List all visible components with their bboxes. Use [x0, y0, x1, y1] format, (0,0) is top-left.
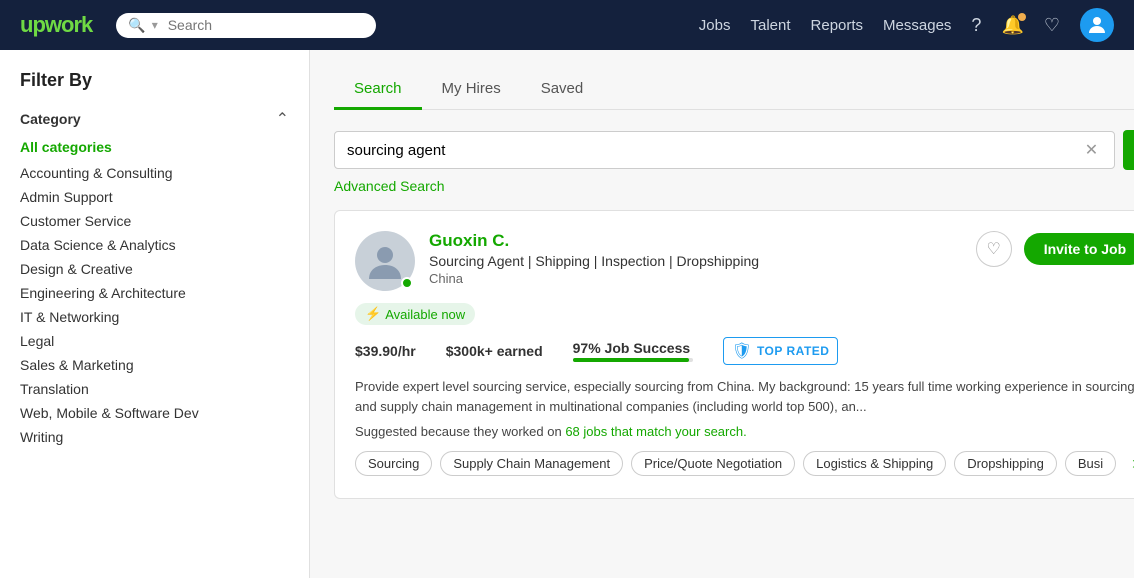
- suggested-jobs-link[interactable]: 68 jobs that match your search.: [565, 424, 746, 439]
- brand-logo-accent: work: [45, 12, 92, 38]
- suggested-text: Suggested because they worked on 68 jobs…: [355, 424, 1134, 439]
- job-success-label: 97% Job Success: [573, 340, 693, 356]
- avatar-icon: [1085, 13, 1109, 37]
- main-layout: Filter By Category ⌃ All categories Acco…: [0, 50, 1134, 578]
- stats-row: $39.90/hr $300k+ earned 97% Job Success …: [355, 337, 1134, 365]
- freelancer-title: Sourcing Agent | Shipping | Inspection |…: [429, 253, 962, 269]
- category-customer-service[interactable]: Customer Service: [20, 209, 289, 233]
- brand-logo[interactable]: upwork: [20, 12, 92, 38]
- shield-icon: 🛡: [732, 341, 752, 361]
- chevron-up-icon[interactable]: ⌃: [276, 109, 289, 129]
- search-input[interactable]: [347, 142, 1085, 159]
- search-magnify-icon: 🔍: [128, 17, 145, 34]
- skill-supply-chain[interactable]: Supply Chain Management: [440, 451, 623, 476]
- skill-sourcing[interactable]: Sourcing: [355, 451, 432, 476]
- avatar-wrapper: [355, 231, 415, 291]
- search-box[interactable]: ✕: [334, 131, 1115, 169]
- notification-dot: [1018, 13, 1026, 21]
- category-design[interactable]: Design & Creative: [20, 257, 289, 281]
- filter-title: Filter By: [20, 70, 289, 91]
- skill-busi[interactable]: Busi: [1065, 451, 1116, 476]
- freelancer-name[interactable]: Guoxin C.: [429, 231, 962, 251]
- category-accounting[interactable]: Accounting & Consulting: [20, 161, 289, 185]
- category-admin-support[interactable]: Admin Support: [20, 185, 289, 209]
- nav-jobs-link[interactable]: Jobs: [699, 17, 731, 34]
- category-writing[interactable]: Writing: [20, 425, 289, 449]
- freelancer-card: Guoxin C. Sourcing Agent | Shipping | In…: [334, 210, 1134, 499]
- rate-stat: $39.90/hr: [355, 343, 416, 359]
- category-legal[interactable]: Legal: [20, 329, 289, 353]
- online-status-dot: [401, 277, 413, 289]
- progress-bar-bg: [573, 358, 693, 362]
- help-icon[interactable]: ?: [971, 15, 981, 36]
- all-categories-item[interactable]: All categories: [20, 139, 289, 155]
- earned-value: $300k+ earned: [446, 343, 543, 359]
- heart-nav-icon[interactable]: ♡: [1044, 15, 1060, 36]
- progress-bar-fill: [573, 358, 689, 362]
- save-freelancer-button[interactable]: ♡: [976, 231, 1012, 267]
- available-badge: ⚡ Available now: [355, 303, 475, 325]
- avatar-silhouette: [365, 241, 405, 281]
- notification-wrapper[interactable]: 🔔: [1001, 15, 1023, 36]
- top-rated-badge: 🛡 TOP RATED: [723, 337, 839, 365]
- tab-my-hires[interactable]: My Hires: [422, 70, 521, 110]
- skill-dropshipping[interactable]: Dropshipping: [954, 451, 1057, 476]
- category-translation[interactable]: Translation: [20, 377, 289, 401]
- navbar: upwork 🔍 ▾ Jobs Talent Reports Messages …: [0, 0, 1134, 50]
- nav-links: Jobs Talent Reports Messages ? 🔔 ♡: [699, 8, 1114, 42]
- more-skills-button[interactable]: ›: [1124, 449, 1134, 478]
- nav-search-bar[interactable]: 🔍 ▾: [116, 13, 376, 38]
- sidebar: Filter By Category ⌃ All categories Acco…: [0, 50, 310, 578]
- available-label: Available now: [385, 307, 465, 322]
- card-header: Guoxin C. Sourcing Agent | Shipping | In…: [355, 231, 1134, 291]
- card-actions: ♡ Invite to Job: [976, 231, 1134, 267]
- search-bar-row: ✕: [334, 130, 1134, 170]
- category-header: Category ⌃: [20, 109, 289, 129]
- category-label: Category: [20, 111, 81, 127]
- top-rated-label: TOP RATED: [757, 344, 830, 358]
- advanced-search-link[interactable]: Advanced Search: [334, 178, 445, 194]
- job-success-stat: 97% Job Success: [573, 340, 693, 362]
- nav-reports-link[interactable]: Reports: [811, 17, 864, 34]
- rate-value: $39.90/hr: [355, 343, 416, 359]
- nav-messages-link[interactable]: Messages: [883, 17, 951, 34]
- category-web-mobile[interactable]: Web, Mobile & Software Dev: [20, 401, 289, 425]
- invite-to-job-button[interactable]: Invite to Job: [1024, 233, 1134, 265]
- freelancer-description: Provide expert level sourcing service, e…: [355, 377, 1134, 416]
- category-engineering[interactable]: Engineering & Architecture: [20, 281, 289, 305]
- content-area: Search My Hires Saved ✕ Advanced Search: [310, 50, 1134, 578]
- category-it-networking[interactable]: IT & Networking: [20, 305, 289, 329]
- search-dropdown-arrow[interactable]: ▾: [152, 18, 158, 32]
- freelancer-location: China: [429, 271, 962, 286]
- category-sales-marketing[interactable]: Sales & Marketing: [20, 353, 289, 377]
- tab-search[interactable]: Search: [334, 70, 422, 110]
- search-button[interactable]: [1123, 130, 1134, 170]
- skill-price-negotiation[interactable]: Price/Quote Negotiation: [631, 451, 795, 476]
- user-avatar[interactable]: [1080, 8, 1114, 42]
- skill-logistics[interactable]: Logistics & Shipping: [803, 451, 946, 476]
- tabs: Search My Hires Saved: [334, 70, 1134, 110]
- nav-search-input[interactable]: [168, 17, 365, 33]
- skills-row: Sourcing Supply Chain Management Price/Q…: [355, 449, 1134, 478]
- search-clear-icon[interactable]: ✕: [1085, 140, 1098, 160]
- suggested-prefix: Suggested because they worked on: [355, 424, 562, 439]
- tab-saved[interactable]: Saved: [521, 70, 604, 110]
- card-info: Guoxin C. Sourcing Agent | Shipping | In…: [429, 231, 962, 286]
- lightning-icon: ⚡: [365, 306, 381, 322]
- earned-stat: $300k+ earned: [446, 343, 543, 359]
- nav-talent-link[interactable]: Talent: [750, 17, 790, 34]
- category-data-science[interactable]: Data Science & Analytics: [20, 233, 289, 257]
